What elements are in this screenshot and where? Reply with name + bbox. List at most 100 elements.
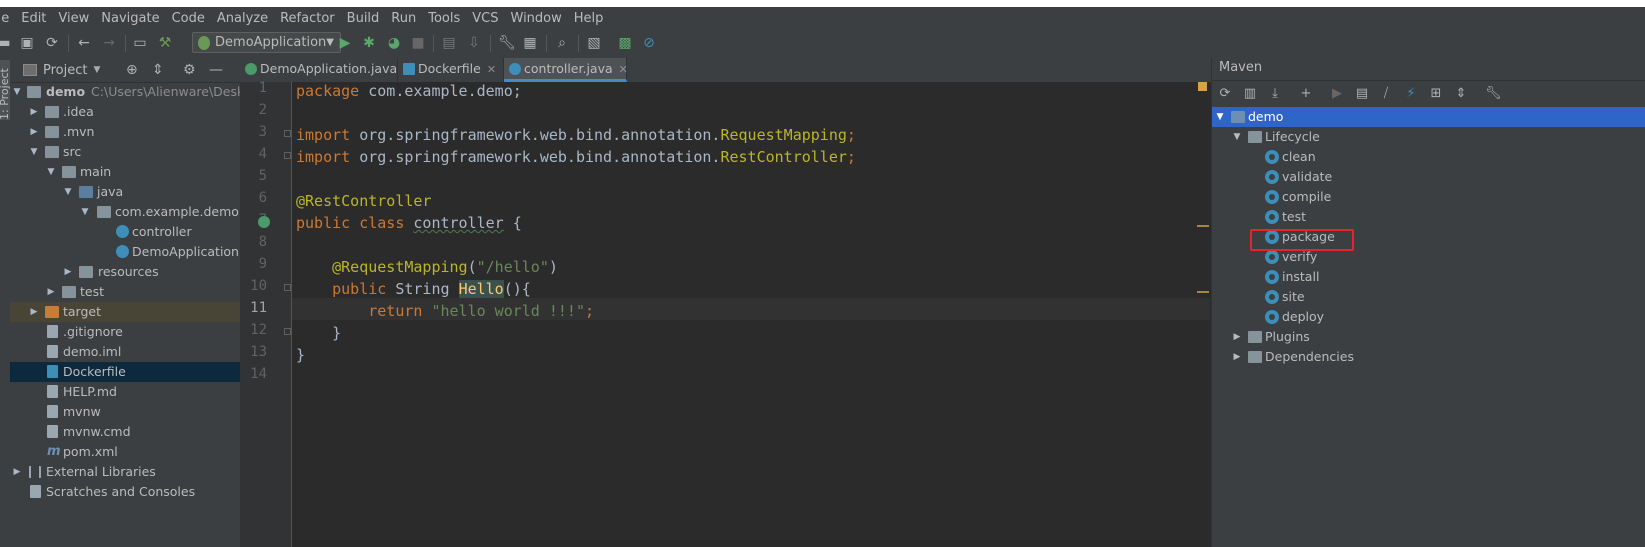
chevron-right-icon[interactable]: ▶ [63,262,73,282]
chevron-right-icon[interactable]: ▶ [1232,327,1242,347]
tree-item-mvn[interactable]: ▶ .mvn [10,122,240,142]
toggle-offline-icon[interactable]: ⧸ [1378,86,1394,102]
gear-icon[interactable]: ⚙ [183,62,196,78]
maven-goal-compile[interactable]: compile [1212,187,1645,207]
fold-icon[interactable] [284,284,291,291]
tree-item-test[interactable]: ▶ test [10,282,240,302]
stop-icon[interactable]: ■ [410,35,426,51]
build-hammer-icon[interactable]: ⚒ [157,35,173,51]
run-icon[interactable]: ▶ [1329,86,1345,102]
tree-item-mvnw-cmd[interactable]: mvnw.cmd [10,422,240,442]
menu-file[interactable]: ile [0,11,9,26]
tree-item-package[interactable]: ▼ com.example.demo [10,202,240,222]
maven-goal-deploy[interactable]: deploy [1212,307,1645,327]
chevron-down-icon[interactable]: ▼ [29,142,39,162]
tree-item-main[interactable]: ▼ main [10,162,240,182]
tree-item-java[interactable]: ▼ java [10,182,240,202]
search-icon[interactable]: ⌕ [554,35,570,51]
project-side-tab[interactable]: 1: Project [0,60,10,120]
menu-tools[interactable]: Tools [428,11,460,26]
chevron-down-icon[interactable]: ▼ [93,65,100,75]
maven-goal-clean[interactable]: clean [1212,147,1645,167]
maven-goal-install[interactable]: install [1212,267,1645,287]
locate-icon[interactable]: ⊕ [126,62,138,78]
menu-run[interactable]: Run [391,11,416,26]
scroll-marker[interactable] [1197,291,1209,293]
save-icon[interactable]: ▣ [19,35,35,51]
maven-item-lifecycle[interactable]: ▼ Lifecycle [1212,127,1645,147]
debug-icon[interactable]: ✱ [361,35,377,51]
sync-icon[interactable]: ⟳ [44,35,60,51]
minimize-icon[interactable]: — [209,62,223,78]
close-icon[interactable]: ✕ [619,63,628,76]
monitor-icon[interactable]: ▩ [617,35,633,51]
menu-help[interactable]: Help [574,11,604,26]
tree-item-src[interactable]: ▼ src [10,142,240,162]
warning-indicator-icon[interactable] [1198,82,1207,91]
structure-icon[interactable]: ▭ [132,35,148,51]
menu-window[interactable]: Window [511,11,562,26]
collapse-all-icon[interactable]: ⇕ [1453,86,1469,102]
download-icon[interactable]: ⤓ [1267,86,1283,102]
maven-item-demo[interactable]: ▼ demo [1212,107,1645,127]
show-dependencies-icon[interactable]: ⊞ [1428,86,1444,102]
chevron-right-icon[interactable]: ▶ [29,102,39,122]
tree-item-target[interactable]: ▶ target [10,302,240,322]
tree-item-demoapplication[interactable]: DemoApplication [10,242,240,262]
settings-wrench-icon[interactable]: 🔧︎ [498,35,516,51]
chevron-right-icon[interactable]: ▶ [29,302,39,322]
tree-item-idea[interactable]: ▶ .idea [10,102,240,122]
attach-icon[interactable]: ▤ [441,35,457,51]
forward-icon[interactable]: → [101,35,117,51]
project-panel-title[interactable]: Project [43,63,87,78]
profile-icon[interactable]: ⇩ [466,35,482,51]
chevron-down-icon[interactable]: ▼ [1215,107,1225,127]
tree-item-mvnw[interactable]: mvnw [10,402,240,422]
maven-goal-site[interactable]: site [1212,287,1645,307]
menu-build[interactable]: Build [347,11,380,26]
generate-sources-icon[interactable]: ▥ [1242,86,1258,102]
tab-dockerfile[interactable]: Dockerfile ✕ [398,58,504,82]
tree-item-external-libraries[interactable]: ▶ External Libraries [10,462,240,482]
menu-vcs[interactable]: VCS [472,11,498,26]
coverage-icon[interactable]: ◕ [386,35,402,51]
chevron-right-icon[interactable]: ▶ [29,122,39,142]
spring-bean-gutter-icon[interactable] [258,216,270,228]
tree-item-pom-xml[interactable]: m pom.xml [10,442,240,462]
menu-analyze[interactable]: Analyze [217,11,268,26]
maven-goal-validate[interactable]: validate [1212,167,1645,187]
fold-icon[interactable] [284,152,291,159]
settings-wrench-icon[interactable]: 🔧︎ [1485,86,1502,102]
chevron-right-icon[interactable]: ▶ [1232,347,1242,367]
run-icon[interactable]: ▶ [337,35,353,51]
maven-goal-test[interactable]: test [1212,207,1645,227]
tree-item-demo-iml[interactable]: demo.iml [10,342,240,362]
menu-navigate[interactable]: Navigate [101,11,159,26]
run-configuration-select[interactable]: DemoApplication ▼ [192,32,341,53]
menu-refactor[interactable]: Refactor [280,11,335,26]
menu-code[interactable]: Code [172,11,205,26]
skip-tests-icon[interactable]: ⚡︎ [1403,86,1419,102]
tab-demoapplication[interactable]: DemoApplication.java✕ [240,58,412,82]
chevron-down-icon[interactable]: ▼ [46,162,56,182]
tree-item-resources[interactable]: ▶ resources [10,262,240,282]
chevron-down-icon[interactable]: ▼ [12,82,22,102]
chevron-right-icon[interactable]: ▶ [12,462,22,482]
chevron-down-icon[interactable]: ▼ [63,182,73,202]
menu-edit[interactable]: Edit [21,11,46,26]
code-editor[interactable]: package com.example.demo; import org.spr… [292,82,1210,547]
no-entry-icon[interactable]: ⊘ [641,35,657,51]
maven-item-dependencies[interactable]: ▶ Dependencies [1212,347,1645,367]
fold-icon[interactable] [284,328,291,335]
menu-view[interactable]: View [58,11,89,26]
maven-item-plugins[interactable]: ▶ Plugins [1212,327,1645,347]
open-folder-icon[interactable]: ▬ [0,35,12,51]
tab-controller[interactable]: controller.java ✕ [504,58,628,82]
tree-item-controller[interactable]: controller [10,222,240,242]
close-icon[interactable]: ✕ [487,63,496,76]
tree-item-help-md[interactable]: HELP.md [10,382,240,402]
scroll-marker[interactable] [1197,225,1209,227]
chevron-down-icon[interactable]: ▼ [1232,127,1242,147]
back-icon[interactable]: ← [76,35,92,51]
add-icon[interactable]: + [1298,86,1314,102]
